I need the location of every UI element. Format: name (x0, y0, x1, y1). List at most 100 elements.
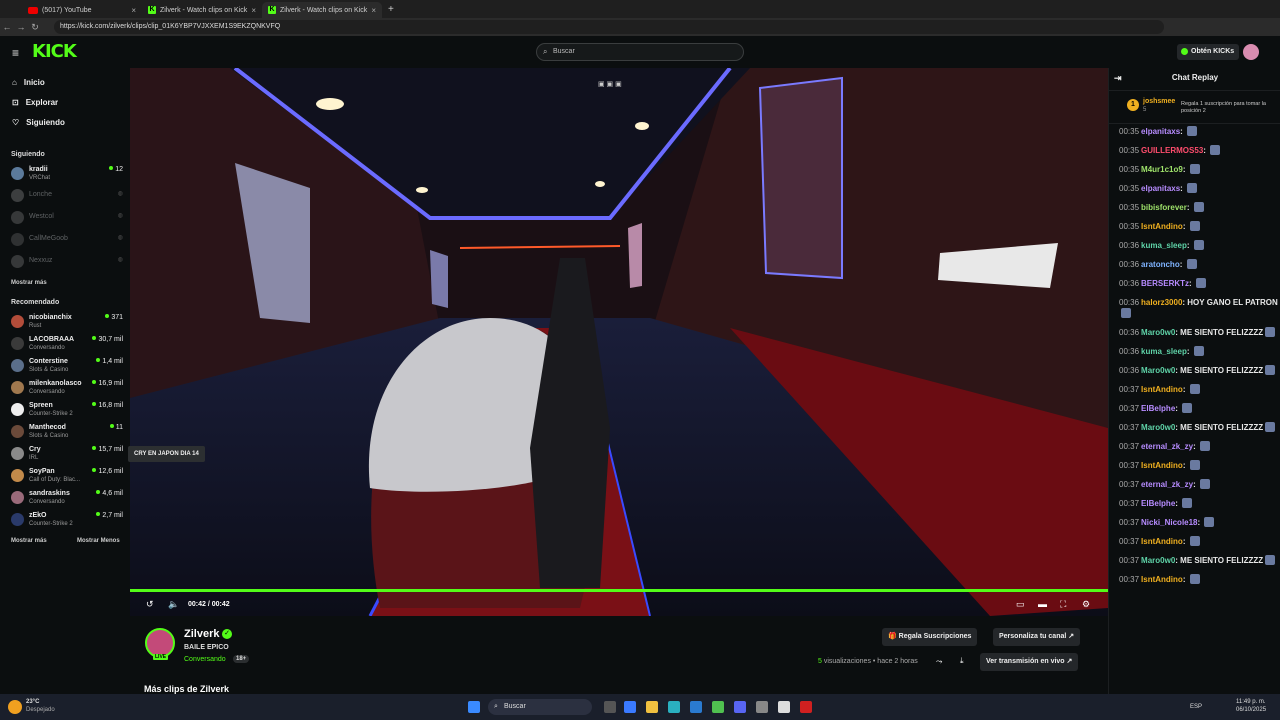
chat-username[interactable]: eternal_zk_zy (1141, 480, 1193, 489)
fullscreen-icon[interactable]: ⛶ (1060, 599, 1066, 610)
replay-icon[interactable]: ↺ (146, 599, 154, 610)
chat-username[interactable]: IsntAndino (1141, 385, 1183, 394)
customize-channel-label: Personaliza tu canal (999, 633, 1067, 640)
streamer-name[interactable]: Zilverk (184, 628, 219, 640)
search-input[interactable]: ⌕ Buscar (536, 43, 744, 61)
chat-username[interactable]: IsntAndino (1141, 537, 1183, 546)
nav-following[interactable]: ♡ Siguiendo (12, 118, 65, 127)
get-kicks-button[interactable]: Obtén KICKs (1177, 44, 1240, 60)
browser-tab-youtube[interactable]: (5017) YouTube × (22, 2, 142, 18)
sidebar-channel[interactable]: Lonche ◍ (11, 186, 123, 206)
chat-username[interactable]: aratoncho (1141, 260, 1180, 269)
sidebar-channel[interactable]: Conterstine Slots & Casino 1,4 mil (11, 356, 123, 376)
chat-username[interactable]: Maro0w0 (1141, 556, 1175, 565)
chat-username[interactable]: Maro0w0 (1141, 423, 1175, 432)
chat-username[interactable]: elpanitaxs (1141, 127, 1180, 136)
chat-username[interactable]: kuma_sleep (1141, 241, 1187, 250)
clip-category[interactable]: Conversando (184, 656, 226, 663)
chat-separator: : (1186, 347, 1192, 356)
user-avatar[interactable] (1243, 44, 1259, 60)
sidebar-channel[interactable]: SoyPan Call of Duty: Blac... 12,6 mil (11, 466, 123, 486)
clip-controls-top[interactable]: ▣ ▣ ▣ (598, 80, 642, 90)
watch-live-button[interactable]: Ver transmisión en vivo ↗ (980, 653, 1079, 671)
chat-username[interactable]: Nicki_Nicole18 (1141, 518, 1197, 527)
sidebar-channel[interactable]: Manthecod Slots & Casino 11 (11, 422, 123, 442)
reload-icon[interactable]: ↻ (28, 22, 42, 33)
app-icon[interactable] (778, 701, 790, 713)
nav-explore[interactable]: ⊡ Explorar (12, 98, 58, 107)
customize-channel-button[interactable]: Personaliza tu canal ↗ (993, 628, 1081, 646)
settings-icon[interactable]: ⚙ (1082, 599, 1090, 610)
sidebar-channel[interactable]: LACOBRAAA Conversando 30,7 mil (11, 334, 123, 354)
browser-tab-kick-2[interactable]: K Zilverk - Watch clips on Kick × (262, 2, 382, 18)
copilot-icon[interactable] (624, 701, 636, 713)
chat-username[interactable]: eternal_zk_zy (1141, 442, 1193, 451)
mini-player-icon[interactable]: ▬ (1038, 599, 1047, 609)
theater-mode-icon[interactable]: ▭ (1016, 599, 1025, 610)
video-progress-bar[interactable] (130, 589, 1108, 592)
discord-icon[interactable] (734, 701, 746, 713)
chat-username[interactable]: ElBelphe (1141, 404, 1175, 413)
collapse-chat-icon[interactable]: ⇥ (1114, 68, 1122, 88)
chat-username[interactable]: IsntAndino (1141, 575, 1183, 584)
chat-username[interactable]: IsntAndino (1141, 461, 1183, 470)
app-icon[interactable] (756, 701, 768, 713)
sidebar-channel[interactable]: Nexxuz ◍ (11, 252, 123, 272)
taskbar-search[interactable]: ⌕ Buscar (488, 699, 592, 715)
sidebar-channel[interactable]: sandraskins Conversando 4,6 mil (11, 488, 123, 508)
nav-home[interactable]: ⌂ Inicio (12, 78, 45, 87)
gift-subs-button[interactable]: 🎁 Regala Suscripciones (882, 628, 978, 646)
chat-username[interactable]: Maro0w0 (1141, 328, 1175, 337)
keyboard-lang[interactable]: ESP (1190, 704, 1202, 710)
sidebar-channel[interactable]: kradii VRChat 12 (11, 164, 123, 184)
chat-username[interactable]: Maro0w0 (1141, 366, 1175, 375)
show-more-following[interactable]: Mostrar más (11, 280, 47, 286)
chat-message: 00:37 ElBelphe: (1119, 403, 1279, 414)
chat-username[interactable]: IsntAndino (1141, 222, 1183, 231)
chat-username[interactable]: M4ur1c1o9 (1141, 165, 1183, 174)
chat-username[interactable]: halorz3000 (1141, 298, 1182, 307)
sidebar-channel[interactable]: Westcol ◍ (11, 208, 123, 228)
app-icon[interactable] (712, 701, 724, 713)
file-explorer-icon[interactable] (646, 701, 658, 713)
chat-username[interactable]: GUILLERMOS53 (1141, 146, 1203, 155)
chat-username[interactable]: ElBelphe (1141, 499, 1175, 508)
menu-icon[interactable]: ≡ (12, 46, 19, 60)
task-view-icon[interactable] (604, 701, 616, 713)
back-icon[interactable]: ← (0, 22, 14, 32)
download-icon[interactable]: ⤓ (960, 656, 964, 666)
channel-category: Conversando (29, 499, 65, 505)
sidebar-channel[interactable]: milenkanolasco Conversando 16,9 mil (11, 378, 123, 398)
close-tab-icon[interactable]: × (251, 6, 256, 15)
close-tab-icon[interactable]: × (371, 6, 376, 15)
clock-date[interactable]: 06/10/2025 (1236, 707, 1266, 713)
kick-logo[interactable]: KICK (32, 41, 77, 62)
windows-start-icon[interactable] (468, 701, 480, 713)
chat-username[interactable]: elpanitaxs (1141, 184, 1180, 193)
browser-tab-kick-1[interactable]: K Zilverk - Watch clips on Kick × (142, 2, 262, 18)
channel-avatar (11, 337, 24, 350)
forward-icon[interactable]: → (14, 22, 28, 32)
url-input[interactable]: https://kick.com/zilverk/clips/clip_01K6… (54, 20, 1164, 34)
chat-username[interactable]: bibisforever (1141, 203, 1187, 212)
emote-icon (1182, 498, 1193, 508)
sidebar-channel[interactable]: Spreen Counter-Strike 2 16,8 mil (11, 400, 123, 420)
show-less-recommended[interactable]: Mostrar Menos (77, 538, 120, 544)
share-icon[interactable]: ⤳ (936, 657, 942, 667)
video-player[interactable]: ▣ ▣ ▣ ↺ 🔈 00:42 / 00:42 ▭ ▬ ⛶ ⚙ (130, 68, 1108, 616)
chat-username[interactable]: BERSERKTz (1141, 279, 1189, 288)
close-tab-icon[interactable]: × (131, 6, 136, 15)
sidebar-channel[interactable]: Cry IRL 15,7 mil (11, 444, 123, 464)
sidebar-channel[interactable]: zEkO Counter-Strike 2 2,7 mil (11, 510, 123, 530)
show-more-recommended[interactable]: Mostrar más (11, 538, 47, 544)
sidebar-channel[interactable]: CallMeGoob ◍ (11, 230, 123, 250)
sidebar-channel[interactable]: nicobianchix Rust 371 (11, 312, 123, 332)
new-tab-icon[interactable]: + (388, 4, 394, 15)
vscode-icon[interactable] (690, 701, 702, 713)
clock-time[interactable]: 11:49 p. m. (1236, 699, 1266, 705)
volume-icon[interactable]: 🔈 (168, 599, 179, 610)
pinned-gifter[interactable]: 1 joshsmee 5 Regala 1 suscripción para t… (1109, 90, 1280, 124)
edge-icon[interactable] (668, 701, 680, 713)
chat-username[interactable]: kuma_sleep (1141, 347, 1187, 356)
app-icon[interactable] (800, 701, 812, 713)
